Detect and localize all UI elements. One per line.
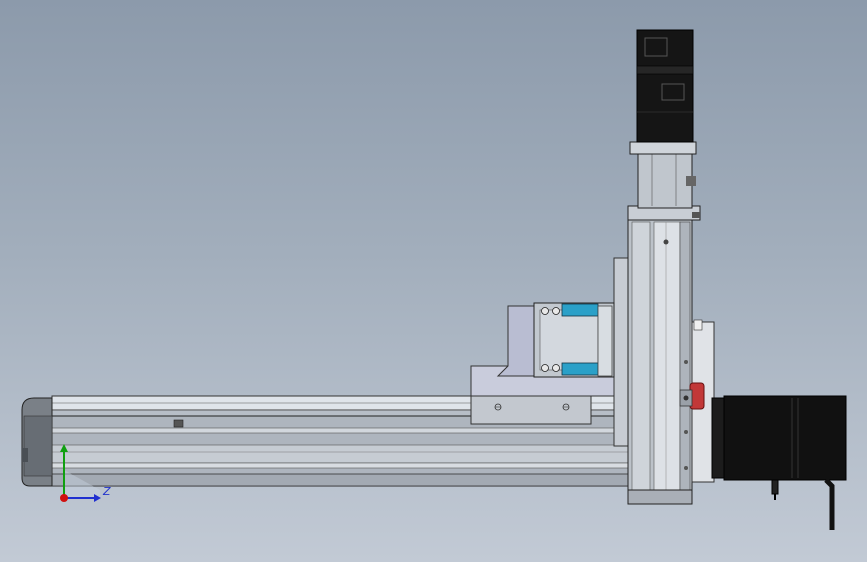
vertical-servo-motor[interactable]	[636, 29, 694, 143]
horizontal-servo-motor[interactable]	[711, 395, 847, 530]
vertical-carriage-block[interactable]	[533, 302, 615, 378]
z-axis-label: Z	[103, 485, 111, 498]
left-end-cap[interactable]	[21, 397, 53, 487]
cad-graphics-viewport[interactable]: Z	[0, 0, 867, 562]
vertical-rail[interactable]	[627, 205, 701, 505]
vertical-motor-mount[interactable]	[629, 141, 697, 209]
linear-module-assembly-drawing	[21, 29, 847, 530]
x-axis-origin	[60, 494, 68, 502]
